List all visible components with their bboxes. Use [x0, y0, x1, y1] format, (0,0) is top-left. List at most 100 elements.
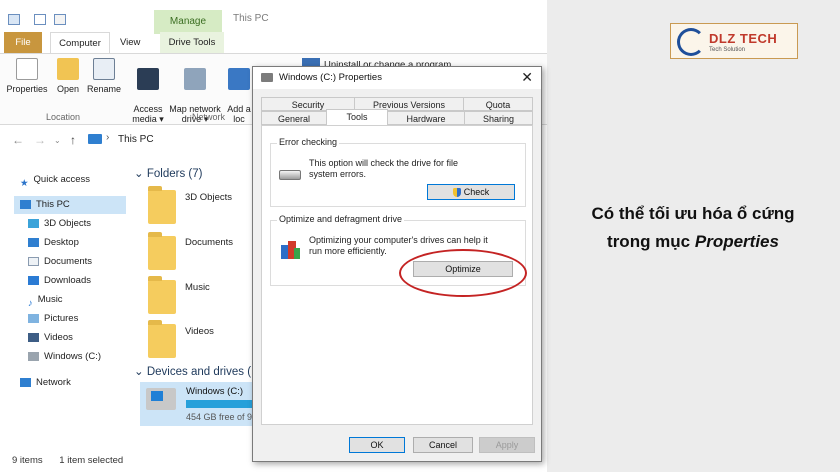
tab-quota[interactable]: Quota — [463, 97, 533, 111]
rename-button[interactable]: Rename — [86, 58, 122, 94]
group-location-label: Location — [46, 112, 81, 122]
this-pc-icon — [88, 134, 102, 144]
sidebar-item-windows-c[interactable]: Windows (C:) — [28, 348, 101, 366]
forward-arrow-icon[interactable]: → — [34, 133, 46, 147]
sidebar-item-desktop[interactable]: Desktop — [28, 234, 79, 252]
sidebar-item-downloads[interactable]: Downloads — [28, 272, 91, 290]
sidebar-item-label: Videos — [44, 332, 73, 343]
shield-icon — [452, 188, 461, 198]
add-network-location-button[interactable]: Add a loc — [226, 58, 252, 124]
star-icon: ★ — [20, 177, 29, 189]
status-selection: 1 item selected — [59, 455, 124, 466]
up-arrow-icon[interactable]: ↑ — [70, 133, 76, 147]
sidebar-item-this-pc[interactable]: This PC — [14, 196, 126, 214]
sidebar-item-pictures[interactable]: Pictures — [28, 310, 78, 328]
checkbox-icon[interactable] — [34, 14, 46, 25]
cube-icon — [28, 218, 39, 228]
network-icon — [20, 377, 31, 387]
tab-tools[interactable]: Tools — [326, 109, 388, 125]
sidebar-item-label: Network — [36, 377, 71, 388]
error-checking-group: Error checking This option will check th… — [270, 137, 526, 207]
error-checking-description: This option will check the drive for fil… — [309, 158, 459, 179]
sidebar-item-3d-objects[interactable]: 3D Objects — [28, 215, 91, 233]
network-location-icon — [228, 68, 250, 90]
sidebar-item-network[interactable]: Network — [20, 374, 71, 392]
apply-button[interactable]: Apply — [479, 437, 535, 453]
drive-item-windows-c[interactable]: Windows (C:) 454 GB free of 9 — [140, 382, 260, 426]
rename-icon — [93, 58, 115, 80]
computer-icon[interactable] — [8, 14, 20, 25]
video-icon — [28, 332, 39, 342]
ribbon-tabs: File Computer View Drive Tools — [0, 32, 547, 53]
window-title: This PC — [233, 13, 269, 24]
brand-name: DLZ TECH — [709, 31, 778, 46]
sidebar-item-label: Pictures — [44, 313, 79, 324]
tab-file[interactable]: File — [4, 32, 42, 53]
back-arrow-icon[interactable]: ← — [12, 133, 24, 147]
drive-name: Windows (C:) — [186, 386, 244, 397]
logo-mark-icon — [677, 28, 705, 56]
dialog-title: Windows (C:) Properties — [279, 72, 382, 83]
folders-header-label: Folders (7) — [146, 168, 203, 180]
sidebar-item-videos[interactable]: Videos — [28, 329, 73, 347]
page-icon[interactable] — [54, 14, 66, 25]
brand-logo: DLZ TECH Tech Solution — [670, 23, 798, 59]
open-label: Open — [56, 84, 80, 94]
drive-icon — [28, 351, 39, 361]
devices-section-header[interactable]: ⌄ Devices and drives ( — [134, 364, 251, 378]
tab-sharing[interactable]: Sharing — [464, 111, 533, 125]
slide: Manage This PC File Computer View Drive … — [0, 0, 840, 472]
properties-icon — [16, 58, 38, 80]
ok-button[interactable]: OK — [349, 437, 405, 453]
access-media-button[interactable]: Access media ▾ — [131, 58, 165, 124]
tab-view[interactable]: View — [120, 32, 140, 53]
folder-open-icon — [57, 58, 79, 80]
sidebar-item-quick-access[interactable]: ★ Quick access — [20, 171, 90, 189]
breadcrumb[interactable]: This PC — [118, 134, 154, 145]
caption-line-1: Có thể tối ưu hóa ổ cứng — [591, 204, 795, 223]
download-icon — [28, 275, 39, 285]
sidebar-item-label: This PC — [36, 199, 70, 210]
folder-icon[interactable] — [148, 232, 176, 270]
folder-icon[interactable] — [148, 276, 176, 314]
cancel-button[interactable]: Cancel — [413, 437, 473, 453]
properties-label: Properties — [6, 84, 48, 94]
sidebar-item-label: Windows (C:) — [44, 351, 102, 362]
chevron-down-icon[interactable]: ⌄ — [54, 136, 61, 145]
devices-header-label: Devices and drives ( — [146, 366, 252, 378]
tab-general[interactable]: General — [261, 111, 327, 125]
folder-icon[interactable] — [148, 320, 176, 358]
picture-icon — [28, 313, 39, 323]
properties-button[interactable]: Properties — [6, 58, 48, 94]
close-icon[interactable]: ✕ — [521, 69, 533, 86]
folder-label-3d-objects[interactable]: 3D Objects — [185, 192, 232, 203]
tab-manage[interactable]: Manage — [154, 10, 222, 34]
tab-computer[interactable]: Computer — [50, 32, 110, 53]
hard-drive-icon — [279, 170, 301, 180]
breadcrumb-chevron-icon[interactable]: › — [106, 132, 109, 143]
sidebar-item-documents[interactable]: Documents — [28, 253, 92, 271]
tab-hardware[interactable]: Hardware — [387, 111, 465, 125]
open-button[interactable]: Open — [54, 58, 82, 94]
check-button[interactable]: Check — [427, 184, 515, 200]
access-media-label: Access media ▾ — [132, 104, 164, 124]
network-drive-icon — [184, 68, 206, 90]
music-note-icon: ♪ — [28, 297, 33, 309]
status-item-count: 9 items — [12, 455, 43, 466]
error-checking-title: Error checking — [277, 137, 340, 147]
check-button-label: Check — [463, 187, 490, 197]
caption-emphasis: Properties — [694, 232, 779, 251]
folder-icon[interactable] — [148, 186, 176, 224]
folder-label-documents[interactable]: Documents — [185, 237, 233, 248]
folder-label-videos[interactable]: Videos — [185, 326, 214, 337]
sidebar-item-label: Music — [37, 294, 63, 305]
sidebar-item-label: Documents — [44, 256, 93, 267]
drive-usage-bar — [186, 400, 256, 408]
media-icon — [137, 68, 159, 90]
caption-line-2-prefix: trong mục — [607, 232, 695, 251]
tab-drive-tools[interactable]: Drive Tools — [160, 32, 224, 53]
sidebar-item-music[interactable]: ♪ Music — [28, 291, 63, 309]
folder-label-music[interactable]: Music — [185, 282, 210, 293]
folders-section-header[interactable]: ⌄ Folders (7) — [134, 166, 202, 180]
sidebar-item-label: 3D Objects — [44, 218, 91, 229]
